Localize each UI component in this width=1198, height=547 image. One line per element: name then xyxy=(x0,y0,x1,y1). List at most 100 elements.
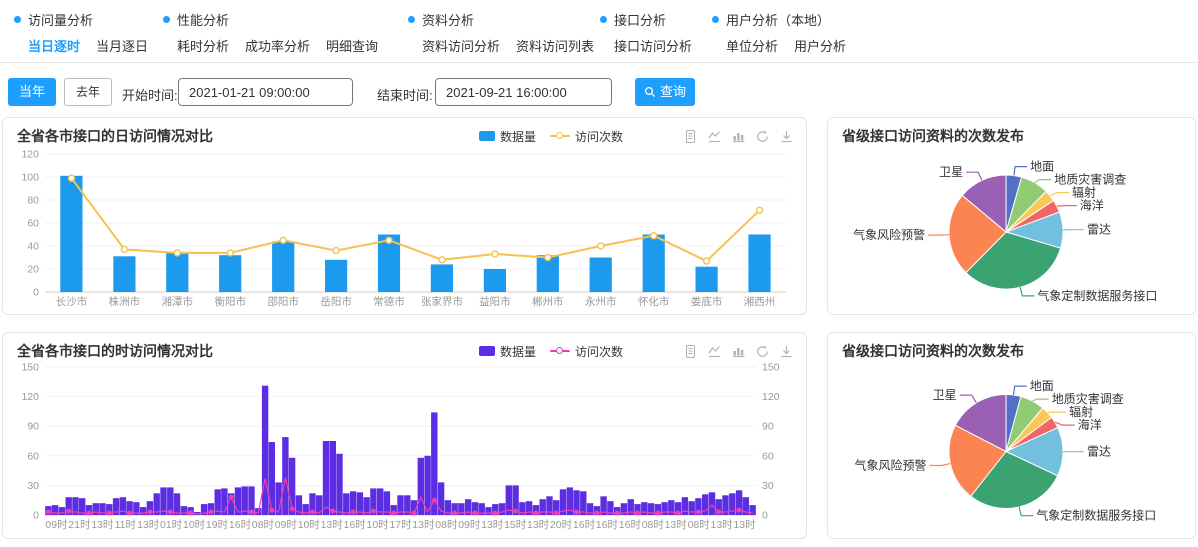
svg-text:辐射: 辐射 xyxy=(1069,404,1093,419)
svg-text:13时: 13时 xyxy=(412,519,435,531)
nav-item-time-cost[interactable]: 耗时分析 xyxy=(177,36,229,55)
svg-text:0: 0 xyxy=(33,287,39,299)
svg-text:150: 150 xyxy=(21,362,39,374)
legend-line-marker xyxy=(550,347,570,356)
svg-text:13时: 13时 xyxy=(481,519,504,531)
bullet-icon xyxy=(408,16,415,23)
nav-item-detail-query[interactable]: 明细查询 xyxy=(326,36,378,55)
svg-text:16时: 16时 xyxy=(619,519,642,531)
nav-group-interface: 接口分析 接口访问分析 xyxy=(600,10,712,58)
svg-text:08时: 08时 xyxy=(435,519,458,531)
chart-title: 全省各市接口的时访问情况对比 xyxy=(17,341,213,361)
download-icon[interactable] xyxy=(779,129,794,144)
nav-group-title: 接口分析 xyxy=(614,10,666,29)
svg-text:13时: 13时 xyxy=(527,519,550,531)
svg-text:16时: 16时 xyxy=(344,519,367,531)
bar-chart-icon[interactable] xyxy=(731,129,746,144)
svg-text:气象风险预警: 气象风险预警 xyxy=(854,458,926,473)
svg-text:地面: 地面 xyxy=(1030,379,1054,393)
svg-text:株洲市: 株洲市 xyxy=(109,295,141,308)
bullet-icon xyxy=(712,16,719,23)
svg-text:60: 60 xyxy=(27,450,39,462)
svg-text:10时: 10时 xyxy=(298,519,321,531)
svg-text:海洋: 海洋 xyxy=(1078,417,1102,432)
legend-data-volume[interactable]: 数据量 xyxy=(479,128,536,145)
svg-text:09时: 09时 xyxy=(275,519,298,531)
legend-data-volume[interactable]: 数据量 xyxy=(479,343,536,360)
nav-item-unit-analysis[interactable]: 单位分析 xyxy=(726,36,778,55)
svg-text:21时: 21时 xyxy=(68,519,91,531)
legend-line-marker xyxy=(550,132,570,141)
bar-chart-icon[interactable] xyxy=(731,344,746,359)
svg-text:10时: 10时 xyxy=(367,519,390,531)
province-access-pie-chart[interactable]: 地面地质灾害调查辐射海洋雷达气象定制数据服务接口气象风险预警卫星 xyxy=(828,361,1195,538)
nav-item-data-access-list[interactable]: 资料访问列表 xyxy=(516,36,594,55)
svg-text:60: 60 xyxy=(762,450,774,462)
svg-text:20: 20 xyxy=(27,264,39,276)
svg-text:张家界市: 张家界市 xyxy=(421,295,463,308)
svg-text:怀化市: 怀化市 xyxy=(638,295,670,308)
svg-text:11时: 11时 xyxy=(115,519,137,531)
hourly-access-bar-line-chart[interactable]: 0030306060909012012015015009时21时13时11时13… xyxy=(3,361,798,534)
end-time-label: 结束时间: xyxy=(377,85,433,104)
svg-text:辐射: 辐射 xyxy=(1072,185,1096,200)
restore-icon[interactable] xyxy=(755,344,770,359)
chart-toolbox xyxy=(683,344,794,359)
nav-item-interface-access[interactable]: 接口访问分析 xyxy=(614,36,692,55)
province-access-pie-chart[interactable]: 地面地质灾害调查辐射海洋雷达气象定制数据服务接口气象风险预警卫星 xyxy=(828,146,1195,314)
svg-text:100: 100 xyxy=(21,172,39,184)
daily-access-bar-line-chart[interactable]: 020406080100120长沙市株洲市湘潭市衡阳市邵阳市岳阳市常德市张家界市… xyxy=(3,146,798,310)
start-time-label: 开始时间: xyxy=(122,85,178,104)
svg-text:08时: 08时 xyxy=(642,519,665,531)
svg-text:13时: 13时 xyxy=(137,519,160,531)
legend-access-count[interactable]: 访问次数 xyxy=(550,343,623,360)
svg-text:09时: 09时 xyxy=(45,519,68,531)
query-button[interactable]: 查询 xyxy=(635,78,695,106)
svg-text:30: 30 xyxy=(27,480,39,492)
svg-text:13时: 13时 xyxy=(711,519,734,531)
nav-item-success-rate[interactable]: 成功率分析 xyxy=(245,36,310,55)
svg-text:150: 150 xyxy=(762,362,780,374)
line-chart-icon[interactable] xyxy=(707,344,722,359)
dashboard-page: 访问量分析 当日逐时 当月逐日 性能分析 耗时分析 成功率分析 明细查询 资料分… xyxy=(0,0,1198,547)
svg-text:120: 120 xyxy=(762,391,780,403)
svg-text:岳阳市: 岳阳市 xyxy=(320,295,352,308)
nav-item-user-analysis[interactable]: 用户分析 xyxy=(794,36,846,55)
svg-text:地质灾害调查: 地质灾害调查 xyxy=(1052,391,1124,406)
nav-item-hourly-today[interactable]: 当日逐时 xyxy=(28,36,80,55)
start-time-input[interactable] xyxy=(178,78,353,106)
svg-text:郴州市: 郴州市 xyxy=(532,295,564,308)
svg-text:0: 0 xyxy=(762,510,768,522)
svg-text:益阳市: 益阳市 xyxy=(479,295,511,308)
legend-access-count[interactable]: 访问次数 xyxy=(550,128,623,145)
svg-text:19时: 19时 xyxy=(206,519,229,531)
bullet-icon xyxy=(163,16,170,23)
data-view-icon[interactable] xyxy=(683,129,698,144)
svg-text:卫星: 卫星 xyxy=(939,165,963,179)
svg-text:08时: 08时 xyxy=(252,519,275,531)
nav-item-daily-month[interactable]: 当月逐日 xyxy=(96,36,148,55)
line-chart-icon[interactable] xyxy=(707,129,722,144)
end-time-input[interactable] xyxy=(435,78,612,106)
svg-text:09时: 09时 xyxy=(458,519,481,531)
chart-legend: 数据量 访问次数 xyxy=(479,128,623,145)
nav-item-data-access-analysis[interactable]: 资料访问分析 xyxy=(422,36,500,55)
chart-legend: 数据量 访问次数 xyxy=(479,343,623,360)
svg-text:气象风险预警: 气象风险预警 xyxy=(853,227,925,242)
legend-rect-marker xyxy=(479,346,495,356)
data-view-icon[interactable] xyxy=(683,344,698,359)
restore-icon[interactable] xyxy=(755,129,770,144)
download-icon[interactable] xyxy=(779,344,794,359)
hourly-access-chart-card: 全省各市接口的时访问情况对比 数据量 访问次数 xyxy=(2,332,807,539)
svg-text:气象定制数据服务接口: 气象定制数据服务接口 xyxy=(1037,288,1157,303)
svg-text:永州市: 永州市 xyxy=(585,295,617,308)
last-year-button[interactable]: 去年 xyxy=(64,78,112,106)
nav-group-title: 用户分析（本地） xyxy=(726,10,830,29)
chart-title: 全省各市接口的日访问情况对比 xyxy=(17,126,213,146)
top-nav: 访问量分析 当日逐时 当月逐日 性能分析 耗时分析 成功率分析 明细查询 资料分… xyxy=(0,0,1198,58)
nav-group-data: 资料分析 资料访问分析 资料访问列表 xyxy=(408,10,600,58)
svg-text:长沙市: 长沙市 xyxy=(56,295,88,308)
svg-text:邵阳市: 邵阳市 xyxy=(267,295,299,308)
current-year-button[interactable]: 当年 xyxy=(8,78,56,106)
search-icon xyxy=(644,86,656,98)
